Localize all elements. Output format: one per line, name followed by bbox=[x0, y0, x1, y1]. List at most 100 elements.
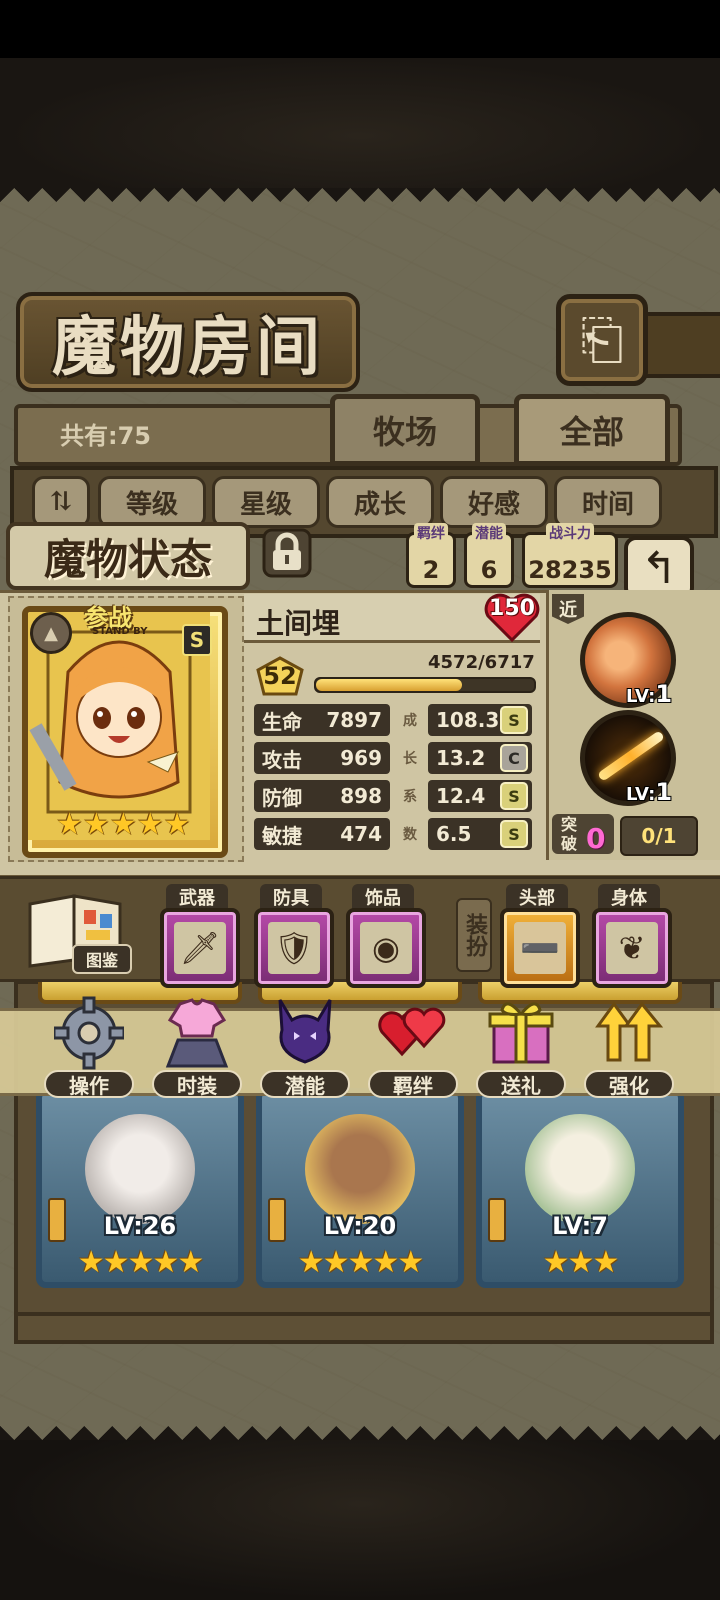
tab-ranch[interactable]: 牧场 bbox=[330, 394, 480, 466]
growth-row-defense: 12.4 S bbox=[428, 780, 532, 812]
monster-card[interactable]: LV:20 ★★★★★ bbox=[256, 1088, 464, 1288]
hearts-icon bbox=[378, 1007, 446, 1057]
gift-icon bbox=[488, 1002, 554, 1064]
monster-card-stars: ★★★ bbox=[542, 1245, 620, 1280]
power-value: 28235 bbox=[528, 556, 612, 584]
zigzag-border-bottom bbox=[0, 1412, 720, 1440]
breakthrough-count: 0 bbox=[586, 822, 606, 855]
background-bottom bbox=[0, 1440, 720, 1600]
stat-value: 474 bbox=[340, 822, 382, 846]
stat-key: 敏捷 bbox=[262, 823, 302, 848]
equip-slot-accessory[interactable]: ◉ bbox=[346, 908, 426, 988]
stat-value: 7897 bbox=[326, 708, 382, 732]
slot-label-body: 身体 bbox=[598, 884, 660, 910]
growth-row-hp: 108.3 S bbox=[428, 704, 532, 736]
stat-row-agility: 敏捷 474 bbox=[254, 818, 390, 850]
headband-icon: ➖ bbox=[514, 922, 566, 974]
star-icon: ★ bbox=[109, 807, 137, 842]
breakthrough-label: 突破 bbox=[560, 815, 577, 853]
stat-key: 防御 bbox=[262, 785, 302, 810]
action-label: 羁绊 bbox=[368, 1070, 458, 1098]
slot-label-head: 头部 bbox=[506, 884, 568, 910]
sort-affection-button[interactable]: 好感 bbox=[440, 476, 548, 528]
growth-row-attack: 13.2 C bbox=[428, 742, 532, 774]
grade-badge: S bbox=[500, 706, 528, 734]
slot-label-accessory: 饰品 bbox=[352, 884, 414, 910]
growth-row-agility: 6.5 S bbox=[428, 818, 532, 850]
amulet-icon: ◉ bbox=[360, 922, 412, 974]
monster-card-image bbox=[85, 1114, 195, 1224]
equip-slot-head[interactable]: ➖ bbox=[500, 908, 580, 988]
back-arrow-icon: ⎗ bbox=[580, 308, 624, 371]
exp-text: 4572/6717 bbox=[428, 652, 535, 673]
sort-level-button[interactable]: 等级 bbox=[98, 476, 206, 528]
sort-time-button[interactable]: 时间 bbox=[554, 476, 662, 528]
growth-value: 6.5 bbox=[436, 822, 472, 846]
room-title-plaque: 魔物房间 bbox=[16, 292, 360, 392]
action-outfit[interactable]: 时装 bbox=[152, 996, 242, 1100]
monster-card-image bbox=[525, 1114, 635, 1224]
status-title: 魔物状态 bbox=[43, 534, 212, 584]
bond-value: 2 bbox=[422, 556, 440, 584]
back-arrow-icon: ↰ bbox=[640, 542, 678, 594]
grade-badge: S bbox=[500, 820, 528, 848]
bond-stat: 羁绊 2 bbox=[406, 523, 456, 588]
stat-row-hp: 生命 7897 bbox=[254, 704, 390, 736]
monster-card-image bbox=[305, 1114, 415, 1224]
monster-card-level: LV:26 bbox=[103, 1212, 177, 1240]
star-icon: ★ bbox=[163, 807, 191, 842]
stat-value: 969 bbox=[340, 746, 382, 770]
action-operate[interactable]: 操作 bbox=[44, 996, 134, 1100]
dress-up-label: 装扮 bbox=[456, 898, 492, 972]
zigzag-border-top bbox=[0, 188, 720, 216]
growth-vertical-label: 成 bbox=[403, 713, 417, 729]
growth-value: 12.4 bbox=[436, 784, 486, 808]
action-label: 操作 bbox=[44, 1070, 134, 1098]
back-button[interactable]: ⎗ bbox=[556, 294, 648, 386]
star-rating: ★ ★ ★ ★ ★ bbox=[56, 808, 196, 842]
action-bond[interactable]: 羁绊 bbox=[368, 996, 458, 1100]
outfit-icon bbox=[165, 998, 229, 1068]
status-title-plaque: 魔物状态 bbox=[6, 522, 250, 590]
monster-card-level: LV:20 bbox=[323, 1212, 397, 1240]
wing-charm-icon: ❦ bbox=[606, 922, 658, 974]
action-gift[interactable]: 送礼 bbox=[476, 996, 566, 1100]
background-top bbox=[0, 58, 720, 188]
sort-order-icon: ⇅ bbox=[50, 487, 72, 517]
action-potential[interactable]: 潜能 bbox=[260, 996, 350, 1100]
stat-key: 攻击 bbox=[262, 747, 302, 772]
sort-star-button[interactable]: 星级 bbox=[212, 476, 320, 528]
equip-slot-body[interactable]: ❦ bbox=[592, 908, 672, 988]
skill-1-level: LV:1 bbox=[626, 680, 672, 708]
skill-level-prefix: LV: bbox=[626, 784, 656, 805]
lock-icon[interactable] bbox=[258, 526, 316, 580]
equip-slot-armor[interactable]: 🛡 bbox=[254, 908, 334, 988]
tab-all[interactable]: 全部 bbox=[514, 394, 670, 466]
equip-slot-weapon[interactable]: 🗡 bbox=[160, 908, 240, 988]
sword-icon: 🗡 bbox=[174, 922, 226, 974]
stat-row-attack: 攻击 969 bbox=[254, 742, 390, 774]
rank-badge: S bbox=[182, 624, 212, 656]
monster-card[interactable]: LV:26 ★★★★★ bbox=[36, 1088, 244, 1288]
status-bar-area bbox=[0, 0, 720, 58]
action-label: 强化 bbox=[584, 1070, 674, 1098]
stat-row-defense: 防御 898 bbox=[254, 780, 390, 812]
affection-value: 150 bbox=[489, 596, 535, 621]
stat-key: 生命 bbox=[262, 709, 302, 734]
sort-order-toggle[interactable]: ⇅ bbox=[32, 476, 90, 528]
action-label: 时装 bbox=[152, 1070, 242, 1098]
skill-level-prefix: LV: bbox=[626, 686, 656, 707]
star-icon: ★ bbox=[56, 807, 83, 842]
standby-en-label: STAND BY bbox=[92, 626, 148, 637]
sort-growth-button[interactable]: 成长 bbox=[326, 476, 434, 528]
demon-icon bbox=[278, 999, 332, 1064]
monster-name: 土间埋 bbox=[256, 607, 341, 640]
skill-level-value: 1 bbox=[655, 778, 673, 806]
encyclopedia-button[interactable]: 图鉴 bbox=[72, 944, 132, 974]
skill-level-value: 1 bbox=[655, 680, 673, 708]
monster-card[interactable]: LV:7 ★★★ bbox=[476, 1088, 684, 1288]
action-upgrade[interactable]: 强化 bbox=[584, 996, 674, 1100]
slot-label-weapon: 武器 bbox=[166, 884, 228, 910]
grade-badge: C bbox=[500, 744, 528, 772]
list-bottom-strip bbox=[14, 1312, 714, 1344]
